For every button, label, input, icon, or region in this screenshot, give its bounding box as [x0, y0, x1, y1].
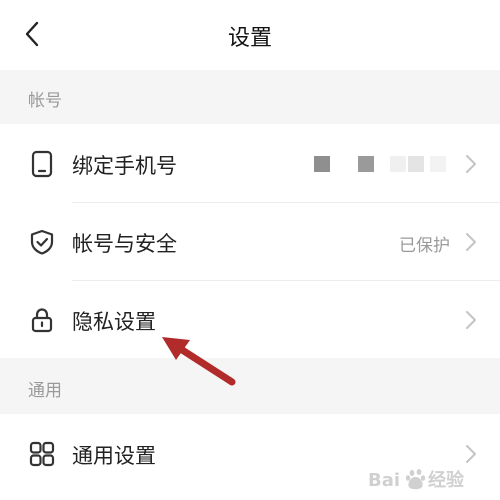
svg-text:经验: 经验 [428, 469, 465, 491]
privacy-settings-label: 隐私设置 [72, 310, 156, 334]
chevron-right-icon [466, 233, 476, 251]
lock-icon [31, 308, 53, 333]
privacy-settings-row[interactable]: 隐私设置 [0, 280, 500, 360]
security-status: 已保护 [399, 236, 450, 256]
section-label-general: 通用 [28, 381, 62, 401]
chevron-right-icon [466, 155, 476, 173]
bind-phone-label: 绑定手机号 [72, 154, 177, 178]
phone-icon [31, 150, 53, 178]
red-arrow-icon [162, 337, 236, 386]
chevron-right-icon [466, 445, 476, 463]
account-security-label: 帐号与安全 [72, 232, 177, 256]
baidu-watermark-logo: Bai 经验 [368, 469, 465, 491]
masked-phone-number [300, 156, 450, 172]
account-security-row[interactable]: 帐号与安全 已保护 [0, 202, 500, 282]
top-bar: 设置 [0, 0, 500, 70]
page-title: 设置 [227, 26, 272, 51]
bind-phone-row[interactable]: 绑定手机号 [0, 124, 500, 204]
shield-check-icon [30, 229, 54, 255]
account-settings-group: 绑定手机号 帐号与安全 已保护 隐私设置 [0, 124, 500, 358]
section-label-account: 帐号 [28, 91, 62, 111]
grid-icon [29, 441, 55, 467]
chevron-right-icon [466, 311, 476, 329]
svg-text:Bai: Bai [368, 470, 400, 491]
general-settings-label: 通用设置 [72, 444, 156, 468]
